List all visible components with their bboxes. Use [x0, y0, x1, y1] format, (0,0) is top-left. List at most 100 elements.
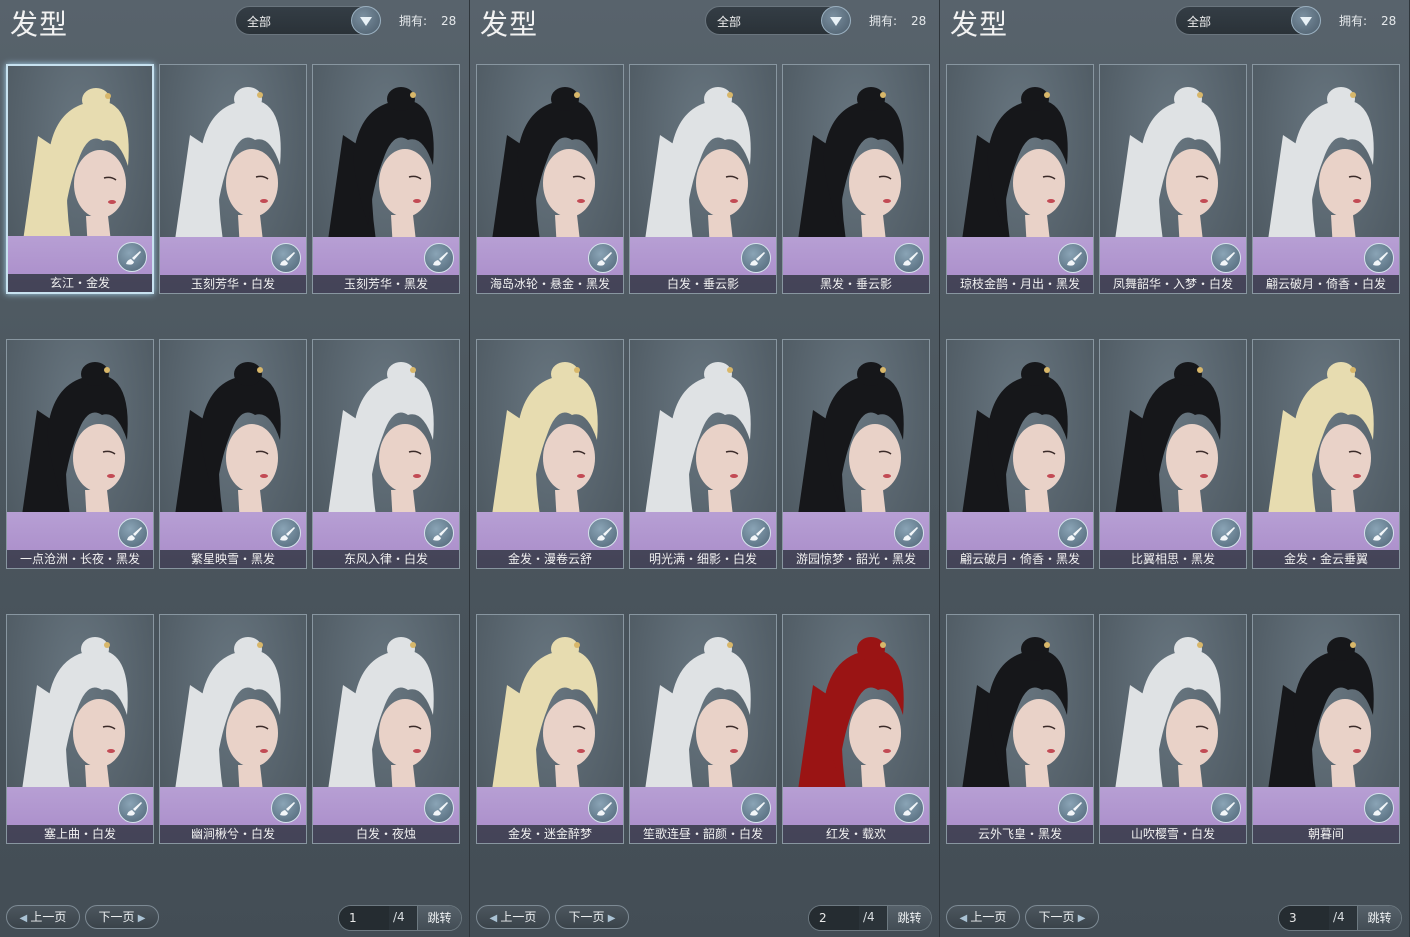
dye-brush-icon[interactable] — [1058, 793, 1088, 823]
owned-count: 拥有: 28 — [869, 12, 926, 29]
page-total: /4 — [863, 910, 875, 924]
hairstyle-card[interactable]: 塞上曲・白发 — [6, 614, 154, 844]
category-filter-dropdown[interactable]: 全部 — [235, 6, 381, 35]
hairstyle-name: 朝暮间 — [1253, 825, 1399, 843]
hairstyle-name: 东风入律・白发 — [313, 550, 459, 568]
page-jump: 2/4 跳转 — [808, 905, 932, 931]
hairstyle-card[interactable]: 山吹樱雪・白发 — [1099, 614, 1247, 844]
hairstyle-name: 玄江・金发 — [8, 274, 152, 292]
dye-brush-icon[interactable] — [894, 518, 924, 548]
hairstyle-card[interactable]: 朝暮间 — [1252, 614, 1400, 844]
hairstyle-name: 笙歌连昼・韶颜・白发 — [630, 825, 776, 843]
dye-brush-icon[interactable] — [424, 518, 454, 548]
dropdown-arrow-icon[interactable] — [351, 6, 381, 35]
page-total: /4 — [393, 910, 405, 924]
hairstyle-card[interactable]: 明光满・细影・白发 — [629, 339, 777, 569]
next-page-button[interactable]: 下一页 ▶ — [1025, 905, 1099, 929]
owned-label: 拥有: — [869, 14, 898, 28]
chevron-right-icon: ▶ — [604, 913, 616, 924]
hairstyle-card[interactable]: 繁星映雪・黑发 — [159, 339, 307, 569]
dropdown-arrow-icon[interactable] — [1291, 6, 1321, 35]
dye-brush-icon[interactable] — [1211, 793, 1241, 823]
hairstyle-card[interactable]: 玉刻芳华・白发 — [159, 64, 307, 294]
jump-button[interactable]: 跳转 — [1357, 906, 1401, 930]
filter-value: 全部 — [717, 15, 742, 29]
page-number-input[interactable]: 1 — [339, 906, 389, 930]
dye-brush-icon[interactable] — [271, 243, 301, 273]
jump-button[interactable]: 跳转 — [417, 906, 461, 930]
chevron-right-icon: ▶ — [134, 913, 146, 924]
hairstyle-name: 翩云破月・倚香・黑发 — [947, 550, 1093, 568]
dye-brush-icon[interactable] — [424, 793, 454, 823]
dye-brush-icon[interactable] — [1058, 243, 1088, 273]
dye-brush-icon[interactable] — [894, 243, 924, 273]
hairstyle-card[interactable]: 笙歌连昼・韶颜・白发 — [629, 614, 777, 844]
hairstyle-card[interactable]: 云外飞皇・黑发 — [946, 614, 1094, 844]
dye-brush-icon[interactable] — [1364, 518, 1394, 548]
hairstyle-card[interactable]: 金发・迷金醉梦 — [476, 614, 624, 844]
dye-brush-icon[interactable] — [1364, 243, 1394, 273]
prev-page-label: 上一页 — [970, 910, 1007, 924]
dye-brush-icon[interactable] — [741, 243, 771, 273]
dye-brush-icon[interactable] — [117, 242, 147, 272]
hairstyle-name: 凤舞韶华・入梦・白发 — [1100, 275, 1246, 293]
next-page-button[interactable]: 下一页 ▶ — [555, 905, 629, 929]
hairstyle-card[interactable]: 玄江・金发 — [6, 64, 154, 294]
hairstyle-card[interactable]: 海岛冰轮・悬金・黑发 — [476, 64, 624, 294]
hairstyle-card[interactable]: 白发・夜烛 — [312, 614, 460, 844]
hairstyle-name: 山吹樱雪・白发 — [1100, 825, 1246, 843]
dropdown-arrow-icon[interactable] — [821, 6, 851, 35]
dye-brush-icon[interactable] — [1058, 518, 1088, 548]
hairstyle-name: 明光满・细影・白发 — [630, 550, 776, 568]
hairstyle-name: 玉刻芳华・黑发 — [313, 275, 459, 293]
dye-brush-icon[interactable] — [1211, 518, 1241, 548]
dye-brush-icon[interactable] — [424, 243, 454, 273]
next-page-label: 下一页 — [98, 910, 135, 924]
dye-brush-icon[interactable] — [1211, 243, 1241, 273]
dye-brush-icon[interactable] — [271, 518, 301, 548]
dye-brush-icon[interactable] — [588, 243, 618, 273]
prev-page-button[interactable]: ◀ 上一页 — [476, 905, 550, 929]
prev-page-button[interactable]: ◀ 上一页 — [6, 905, 80, 929]
dye-brush-icon[interactable] — [588, 793, 618, 823]
hairstyle-card[interactable]: 幽涧楸兮・白发 — [159, 614, 307, 844]
category-filter-dropdown[interactable]: 全部 — [705, 6, 851, 35]
pagination: ◀ 上一页 下一页 ▶ 3/4 跳转 — [946, 905, 1402, 931]
hairstyle-card[interactable]: 金发・金云垂翼 — [1252, 339, 1400, 569]
hairstyle-card[interactable]: 凤舞韶华・入梦・白发 — [1099, 64, 1247, 294]
hairstyle-card[interactable]: 红发・载欢 — [782, 614, 930, 844]
pagination: ◀ 上一页 下一页 ▶ 1/4 跳转 — [6, 905, 462, 931]
dye-brush-icon[interactable] — [1364, 793, 1394, 823]
page-number-input[interactable]: 2 — [809, 906, 859, 930]
jump-button[interactable]: 跳转 — [887, 906, 931, 930]
dye-brush-icon[interactable] — [741, 518, 771, 548]
filter-value: 全部 — [1187, 15, 1212, 29]
hairstyle-card[interactable]: 游园惊梦・韶光・黑发 — [782, 339, 930, 569]
hairstyle-card[interactable]: 金发・漫卷云舒 — [476, 339, 624, 569]
hairstyle-name: 金发・迷金醉梦 — [477, 825, 623, 843]
panel-title: 发型 — [950, 8, 1009, 41]
hairstyle-name: 白发・垂云影 — [630, 275, 776, 293]
filter-value: 全部 — [247, 15, 272, 29]
hairstyle-card[interactable]: 一点沧洲・长夜・黑发 — [6, 339, 154, 569]
hairstyle-card[interactable]: 白发・垂云影 — [629, 64, 777, 294]
page-number-input[interactable]: 3 — [1279, 906, 1329, 930]
hairstyle-card[interactable]: 黑发・垂云影 — [782, 64, 930, 294]
category-filter-dropdown[interactable]: 全部 — [1175, 6, 1321, 35]
hairstyle-card[interactable]: 玉刻芳华・黑发 — [312, 64, 460, 294]
dye-brush-icon[interactable] — [741, 793, 771, 823]
next-page-button[interactable]: 下一页 ▶ — [85, 905, 159, 929]
hairstyle-card[interactable]: 翩云破月・倚香・白发 — [1252, 64, 1400, 294]
hairstyle-card[interactable]: 东风入律・白发 — [312, 339, 460, 569]
dye-brush-icon[interactable] — [588, 518, 618, 548]
prev-page-button[interactable]: ◀ 上一页 — [946, 905, 1020, 929]
dye-brush-icon[interactable] — [894, 793, 924, 823]
hairstyle-card[interactable]: 翩云破月・倚香・黑发 — [946, 339, 1094, 569]
hairstyle-card[interactable]: 琼枝金鹊・月出・黑发 — [946, 64, 1094, 294]
hairstyle-card[interactable]: 比翼相思・黑发 — [1099, 339, 1247, 569]
dye-brush-icon[interactable] — [271, 793, 301, 823]
dye-brush-icon[interactable] — [118, 793, 148, 823]
dye-brush-icon[interactable] — [118, 518, 148, 548]
owned-label: 拥有: — [399, 14, 428, 28]
owned-label: 拥有: — [1339, 14, 1368, 28]
